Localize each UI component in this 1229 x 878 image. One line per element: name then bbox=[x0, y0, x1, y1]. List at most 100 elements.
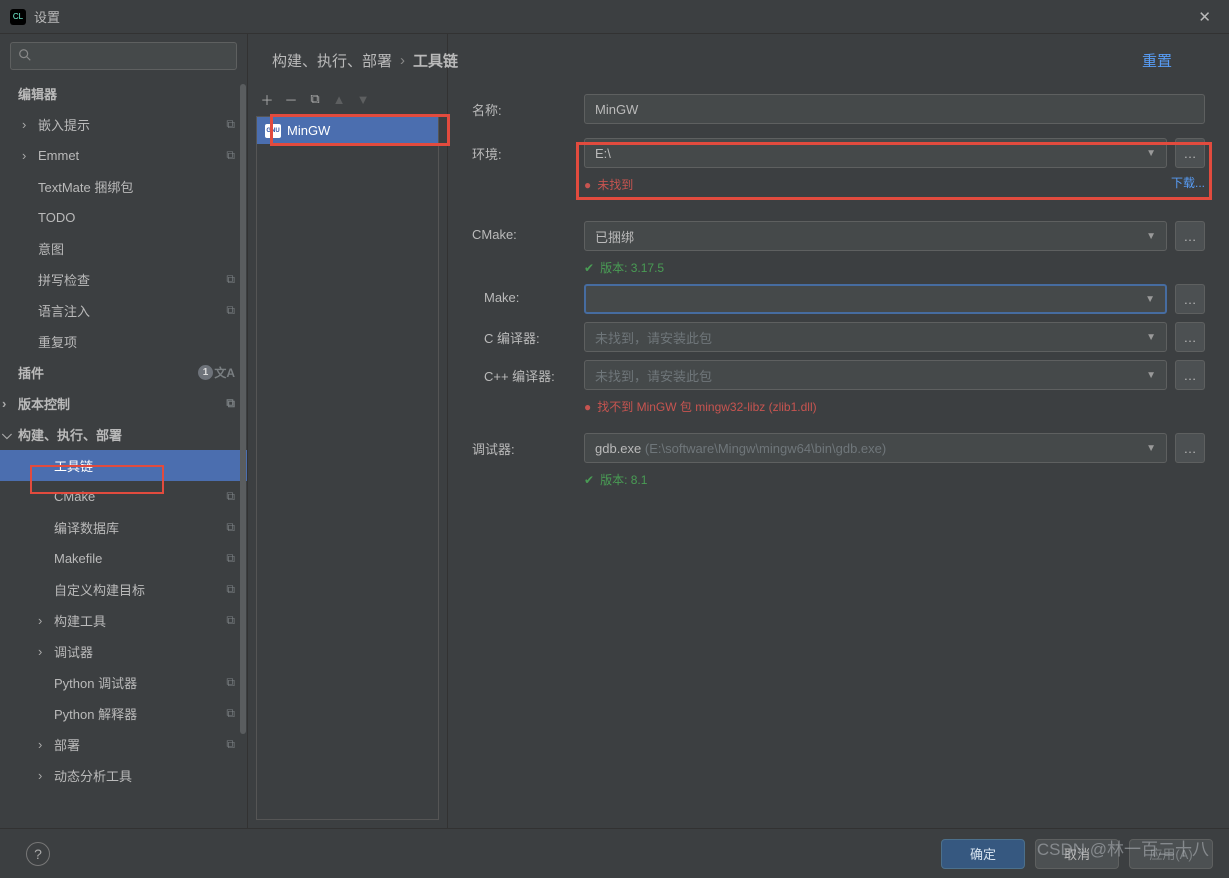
make-combo[interactable]: ▼ bbox=[584, 284, 1167, 314]
tree-version-control[interactable]: ›版本控制⧉ bbox=[0, 388, 247, 419]
window-title: 设置 bbox=[34, 7, 60, 26]
make-browse-button[interactable]: … bbox=[1175, 284, 1205, 314]
cmake-browse-button[interactable]: … bbox=[1175, 221, 1205, 251]
settings-tree[interactable]: 编辑器 ›嵌入提示⧉ ›Emmet⧉ TextMate 捆绑包 TODO 意图 … bbox=[0, 78, 247, 828]
stack-icon: ⧉ bbox=[226, 613, 235, 628]
env-not-found-status: ● 未找到 bbox=[584, 176, 633, 193]
stack-icon: ⧉ bbox=[226, 706, 235, 721]
cc-placeholder: 未找到，请安装此包 bbox=[595, 328, 712, 347]
cxx-combo[interactable]: 未找到，请安装此包 ▼ bbox=[584, 360, 1167, 390]
remove-button[interactable]: － bbox=[280, 88, 302, 110]
chevron-down-icon: ⌵ bbox=[2, 427, 16, 443]
app-icon: CL bbox=[10, 9, 26, 25]
stack-icon: ⧉ bbox=[226, 272, 235, 287]
tree-toolchains[interactable]: 工具链 bbox=[0, 450, 247, 481]
move-down-button[interactable]: ▼ bbox=[352, 88, 374, 110]
error-icon: ● bbox=[584, 178, 591, 192]
cmake-combo[interactable]: 已捆绑 ▼ bbox=[584, 221, 1167, 251]
cxx-browse-button[interactable]: … bbox=[1175, 360, 1205, 390]
name-input[interactable] bbox=[584, 94, 1205, 124]
cxx-label: C++ 编译器: bbox=[472, 360, 584, 385]
stack-icon: ⧉ bbox=[226, 396, 235, 411]
stack-icon: ⧉ bbox=[226, 737, 235, 752]
search-input[interactable] bbox=[10, 42, 237, 70]
check-icon: ✔ bbox=[584, 473, 594, 487]
breadcrumb-root[interactable]: 构建、执行、部署 bbox=[272, 50, 392, 71]
ok-button[interactable]: 确定 bbox=[941, 839, 1025, 869]
chevron-down-icon: ▼ bbox=[1146, 443, 1156, 454]
download-link[interactable]: 下载... bbox=[1171, 174, 1205, 193]
chevron-right-icon: › bbox=[22, 117, 36, 132]
tree-item[interactable]: 语言注入⧉ bbox=[0, 295, 247, 326]
chevron-down-icon: ▼ bbox=[1146, 148, 1156, 159]
tree-plugins[interactable]: 插件 1 文A bbox=[0, 357, 247, 388]
chevron-down-icon: ▼ bbox=[1146, 332, 1156, 343]
tree-makefile[interactable]: Makefile⧉ bbox=[0, 543, 247, 574]
gdb-label: 调试器: bbox=[472, 433, 584, 458]
env-value: E:\ bbox=[595, 146, 611, 161]
env-combo[interactable]: E:\ ▼ bbox=[584, 138, 1167, 168]
make-label: Make: bbox=[472, 284, 584, 305]
tree-compdb[interactable]: 编译数据库⧉ bbox=[0, 512, 247, 543]
gdb-browse-button[interactable]: … bbox=[1175, 433, 1205, 463]
tree-debugger[interactable]: ›调试器 bbox=[0, 636, 247, 667]
scrollbar-thumb[interactable] bbox=[240, 84, 246, 734]
add-button[interactable]: ＋ bbox=[256, 88, 278, 110]
toolchain-toolbar: ＋ － ⧉ ▲ ▼ bbox=[248, 84, 447, 116]
cc-label: C 编译器: bbox=[472, 322, 584, 347]
apply-button[interactable]: 应用(A) bbox=[1129, 839, 1213, 869]
chevron-right-icon: › bbox=[38, 644, 52, 659]
tree-editor[interactable]: 编辑器 bbox=[0, 78, 247, 109]
chevron-right-icon: › bbox=[38, 737, 52, 752]
gdb-value: gdb.exe bbox=[595, 441, 641, 456]
name-label: 名称: bbox=[472, 94, 584, 119]
cc-combo[interactable]: 未找到，请安装此包 ▼ bbox=[584, 322, 1167, 352]
cmake-version-status: ✔ 版本: 3.17.5 bbox=[584, 259, 1205, 276]
tree-item[interactable]: 重复项 bbox=[0, 326, 247, 357]
stack-icon: ⧉ bbox=[226, 117, 235, 132]
tree-py-interpreter[interactable]: Python 解释器⧉ bbox=[0, 698, 247, 729]
help-button[interactable]: ? bbox=[26, 842, 50, 866]
tree-build-tools[interactable]: ›构建工具⧉ bbox=[0, 605, 247, 636]
chevron-right-icon: › bbox=[2, 396, 16, 411]
move-up-button[interactable]: ▲ bbox=[328, 88, 350, 110]
dialog-footer: ? 确定 取消 应用(A) bbox=[0, 828, 1229, 878]
cancel-button[interactable]: 取消 bbox=[1035, 839, 1119, 869]
env-label: 环境: bbox=[472, 138, 584, 163]
tree-item[interactable]: ›嵌入提示⧉ bbox=[0, 109, 247, 140]
tree-deployment[interactable]: ›部署⧉ bbox=[0, 729, 247, 760]
make-input[interactable] bbox=[596, 292, 1145, 307]
tree-item[interactable]: 拼写检查⧉ bbox=[0, 264, 247, 295]
tree-dynamic-analysis[interactable]: ›动态分析工具 bbox=[0, 760, 247, 791]
toolchain-item-mingw[interactable]: GNU MinGW bbox=[257, 117, 438, 144]
tree-item[interactable]: 意图 bbox=[0, 233, 247, 264]
chevron-right-icon: › bbox=[38, 613, 52, 628]
tree-build-root[interactable]: ⌵构建、执行、部署 bbox=[0, 419, 247, 450]
toolchain-list[interactable]: GNU MinGW bbox=[256, 116, 439, 820]
tree-custom-build[interactable]: 自定义构建目标⧉ bbox=[0, 574, 247, 605]
settings-sidebar: 编辑器 ›嵌入提示⧉ ›Emmet⧉ TextMate 捆绑包 TODO 意图 … bbox=[0, 34, 248, 828]
tree-py-debugger[interactable]: Python 调试器⧉ bbox=[0, 667, 247, 698]
title-bar: CL 设置 ✕ bbox=[0, 0, 1229, 34]
cc-browse-button[interactable]: … bbox=[1175, 322, 1205, 352]
search-icon bbox=[18, 48, 32, 62]
stack-icon: ⧉ bbox=[226, 675, 235, 690]
close-icon[interactable]: ✕ bbox=[1190, 4, 1219, 30]
tree-item[interactable]: ›Emmet⧉ bbox=[0, 140, 247, 171]
chevron-right-icon: › bbox=[400, 52, 405, 69]
cxx-placeholder: 未找到，请安装此包 bbox=[595, 366, 712, 385]
tree-item[interactable]: TextMate 捆绑包 bbox=[0, 171, 247, 202]
env-browse-button[interactable]: … bbox=[1175, 138, 1205, 168]
gdb-path: (E:\software\Mingw\mingw64\bin\gdb.exe) bbox=[645, 441, 886, 456]
stack-icon: ⧉ bbox=[226, 520, 235, 535]
gdb-version-status: ✔ 版本: 8.1 bbox=[584, 471, 1205, 488]
copy-button[interactable]: ⧉ bbox=[304, 88, 326, 110]
gdb-combo[interactable]: gdb.exe (E:\software\Mingw\mingw64\bin\g… bbox=[584, 433, 1167, 463]
plugins-count-badge: 1 bbox=[198, 365, 213, 380]
stack-icon: ⧉ bbox=[226, 303, 235, 318]
tree-item[interactable]: TODO bbox=[0, 202, 247, 233]
stack-icon: ⧉ bbox=[226, 551, 235, 566]
tree-cmake[interactable]: CMake⧉ bbox=[0, 481, 247, 512]
chevron-down-icon: ▼ bbox=[1145, 294, 1155, 305]
chevron-right-icon: › bbox=[38, 768, 52, 783]
